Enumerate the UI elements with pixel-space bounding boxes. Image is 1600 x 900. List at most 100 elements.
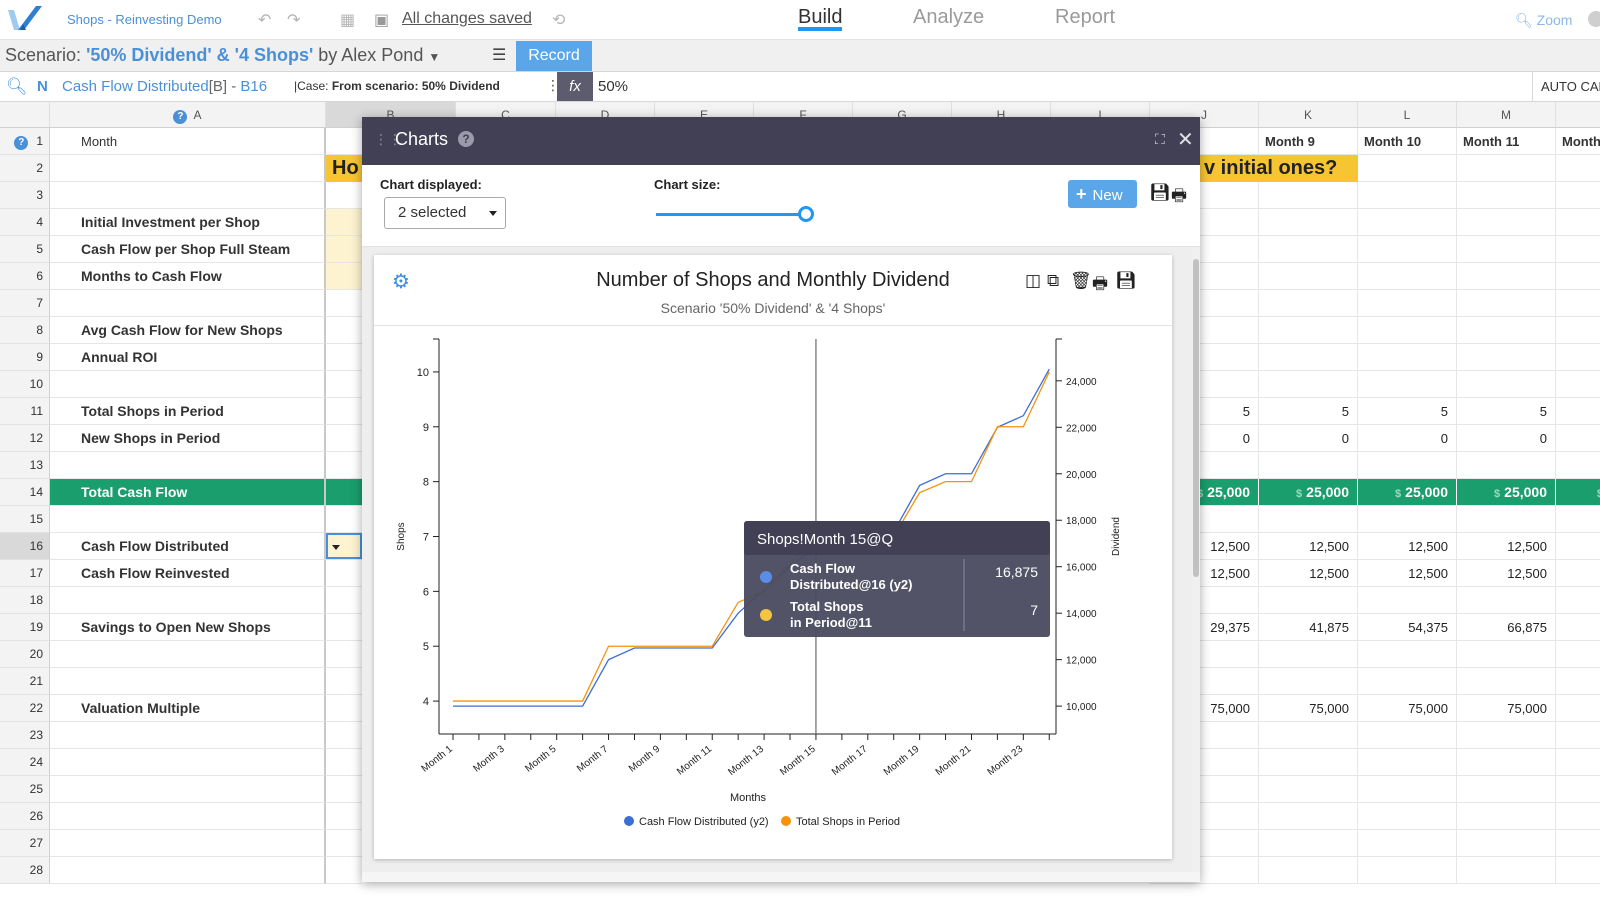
cell-k26[interactable] [1259, 803, 1358, 830]
cell-a18[interactable] [50, 587, 326, 614]
cell-n24[interactable] [1556, 749, 1600, 776]
history-icon[interactable]: ⟲ [552, 10, 565, 30]
cell-n22[interactable] [1556, 695, 1600, 722]
column-header-m[interactable]: M [1457, 102, 1556, 128]
cell-b27[interactable] [326, 830, 362, 857]
cell-a24[interactable] [50, 749, 326, 776]
cell-b15[interactable] [326, 506, 362, 533]
tab-analyze[interactable]: Analyze [913, 6, 984, 29]
cell-m4[interactable] [1457, 209, 1556, 236]
redo-icon[interactable]: ↷ [287, 10, 300, 30]
cell-l5[interactable] [1358, 236, 1457, 263]
expand-icon[interactable]: ⛶ [1155, 131, 1165, 148]
cell-n13[interactable] [1556, 452, 1600, 479]
cell-l6[interactable] [1358, 263, 1457, 290]
cell-l23[interactable] [1358, 722, 1457, 749]
cell-a25[interactable] [50, 776, 326, 803]
new-chart-button[interactable]: + New [1068, 180, 1137, 208]
row-label-6[interactable]: Months to Cash Flow [50, 263, 326, 290]
cell-k15[interactable] [1259, 506, 1358, 533]
cell-n4[interactable] [1556, 209, 1600, 236]
grid-corner[interactable] [0, 102, 50, 128]
row-header-5[interactable]: 5 [0, 236, 50, 263]
cell-n14[interactable]: $ [1556, 479, 1600, 506]
save-status-link[interactable]: All changes saved [402, 10, 532, 28]
cell-l4[interactable] [1358, 209, 1457, 236]
cell-m13[interactable] [1457, 452, 1556, 479]
cell-n16[interactable] [1556, 533, 1600, 560]
month-header-n[interactable]: Month [1556, 128, 1600, 155]
cell-l7[interactable] [1358, 290, 1457, 317]
cell-b14[interactable] [326, 479, 362, 506]
cell-k12[interactable]: 0 [1259, 425, 1358, 452]
cell-b24[interactable] [326, 749, 362, 776]
case-indicator[interactable]: |Case: From scenario: 50% Dividend [294, 79, 500, 93]
fx-button[interactable]: fx [557, 72, 593, 101]
cell-l17[interactable]: 12,500 [1358, 560, 1457, 587]
cell-n18[interactable] [1556, 587, 1600, 614]
cell-a2[interactable] [50, 155, 326, 182]
row-header-24[interactable]: 24 [0, 749, 50, 776]
excel-icon[interactable]: ▦ [340, 10, 355, 30]
row-header-15[interactable]: 15 [0, 506, 50, 533]
cell-m21[interactable] [1457, 668, 1556, 695]
cell-m18[interactable] [1457, 587, 1556, 614]
row-header-21[interactable]: 21 [0, 668, 50, 695]
delete-icon[interactable]: 🗑︎ [1070, 271, 1092, 291]
cell-l27[interactable] [1358, 830, 1457, 857]
row-label-19[interactable]: Savings to Open New Shops [50, 614, 326, 641]
save-icon[interactable]: 💾︎ [1149, 183, 1171, 203]
legend-label-1[interactable]: Cash Flow Distributed (y2) [639, 816, 769, 828]
cell-b23[interactable] [326, 722, 362, 749]
print-icon[interactable]: 🖶︎ [1092, 271, 1108, 300]
row-header-22[interactable]: 22 [0, 695, 50, 722]
cell-n8[interactable] [1556, 317, 1600, 344]
cell-l21[interactable] [1358, 668, 1457, 695]
column-header-k[interactable]: K [1259, 102, 1358, 128]
cell-n10[interactable] [1556, 371, 1600, 398]
cell-b3[interactable] [326, 182, 362, 209]
cell-l14[interactable]: $25,000 [1358, 479, 1457, 506]
cell-a10[interactable] [50, 371, 326, 398]
search-icon[interactable]: 🔍︎ [6, 77, 28, 97]
cell-n3[interactable] [1556, 182, 1600, 209]
cell-a20[interactable] [50, 641, 326, 668]
cell-n2[interactable] [1556, 155, 1600, 182]
cell-b4[interactable] [326, 209, 362, 236]
month-header-k[interactable]: Month 9 [1259, 128, 1358, 155]
row-label-8[interactable]: Avg Cash Flow for New Shops [50, 317, 326, 344]
cell-k20[interactable] [1259, 641, 1358, 668]
cell-l15[interactable] [1358, 506, 1457, 533]
cell-n12[interactable] [1556, 425, 1600, 452]
cell-k22[interactable]: 75,000 [1259, 695, 1358, 722]
row-header-23[interactable]: 23 [0, 722, 50, 749]
cell-l9[interactable] [1358, 344, 1457, 371]
legend-label-2[interactable]: Total Shops in Period [796, 816, 900, 828]
tab-build[interactable]: Build [798, 6, 842, 29]
cell-b21[interactable] [326, 668, 362, 695]
cell-l19[interactable]: 54,375 [1358, 614, 1457, 641]
cell-m15[interactable] [1457, 506, 1556, 533]
row-header-10[interactable]: 10 [0, 371, 50, 398]
cell-m20[interactable] [1457, 641, 1556, 668]
cell-l26[interactable] [1358, 803, 1457, 830]
copy-icon[interactable]: ⧉ [1047, 271, 1059, 291]
cell-b12[interactable] [326, 425, 362, 452]
cell-k13[interactable] [1259, 452, 1358, 479]
cell-l28[interactable] [1358, 857, 1457, 884]
cell-k24[interactable] [1259, 749, 1358, 776]
cell-n5[interactable] [1556, 236, 1600, 263]
cell-a13[interactable] [50, 452, 326, 479]
cell-m6[interactable] [1457, 263, 1556, 290]
row-header-6[interactable]: 6 [0, 263, 50, 290]
cell-b1[interactable] [326, 128, 362, 155]
cell-m5[interactable] [1457, 236, 1556, 263]
cell-n23[interactable] [1556, 722, 1600, 749]
cell-l25[interactable] [1358, 776, 1457, 803]
cell-k28[interactable] [1259, 857, 1358, 884]
cell-m22[interactable]: 75,000 [1457, 695, 1556, 722]
scenario-selector[interactable]: Scenario: '50% Dividend' & '4 Shops' by … [5, 45, 440, 66]
cell-k11[interactable]: 5 [1259, 398, 1358, 425]
dialog-scrollbar-thumb[interactable] [1193, 259, 1199, 577]
cell-n25[interactable] [1556, 776, 1600, 803]
